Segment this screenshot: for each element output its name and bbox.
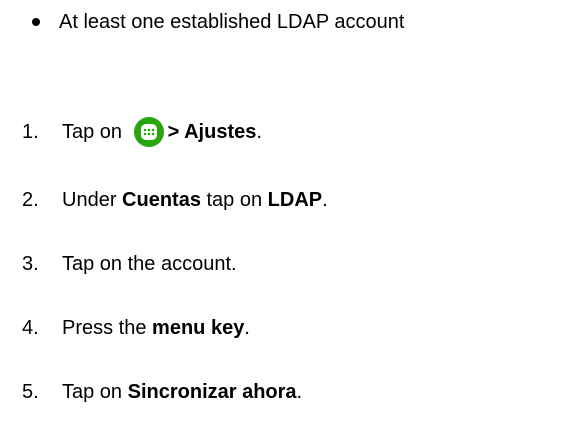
step-number: 3. <box>22 252 39 275</box>
step-text-mid: tap on <box>200 188 268 211</box>
step-5: 5. Tap on Sincronizar ahora . <box>22 376 302 408</box>
step-1: 1. Tap on > Ajustes . <box>22 116 262 148</box>
step-bold-text: > Ajustes <box>167 120 257 143</box>
step-bold-text: Sincronizar ahora <box>127 380 297 403</box>
step-text: Tap on <box>62 380 128 403</box>
step-text-end: . <box>322 188 328 211</box>
step-number: 4. <box>22 316 39 339</box>
step-bold-text: menu key <box>152 316 245 339</box>
step-number: 5. <box>22 380 39 403</box>
step-text-end: . <box>244 316 250 339</box>
step-text: Under <box>62 188 123 211</box>
requirement-text: At least one established LDAP account <box>59 10 405 33</box>
step-text: Tap on <box>62 120 128 143</box>
bullet-icon <box>32 18 40 26</box>
step-3: 3. Tap on the account. <box>22 248 237 280</box>
step-text: Tap on the account. <box>62 252 237 275</box>
step-bold-text: Cuentas <box>122 188 201 211</box>
requirement-item: At least one established LDAP account <box>32 6 404 38</box>
step-4: 4. Press the menu key . <box>22 312 250 344</box>
step-bold-text: LDAP <box>267 188 323 211</box>
apps-launcher-icon <box>133 117 164 147</box>
step-text-end: . <box>256 120 262 143</box>
step-text-end: . <box>296 380 303 403</box>
step-2: 2. Under Cuentas tap on LDAP . <box>22 184 328 216</box>
step-number: 1. <box>22 120 39 143</box>
step-number: 2. <box>22 188 39 211</box>
step-text: Press the <box>62 316 153 339</box>
